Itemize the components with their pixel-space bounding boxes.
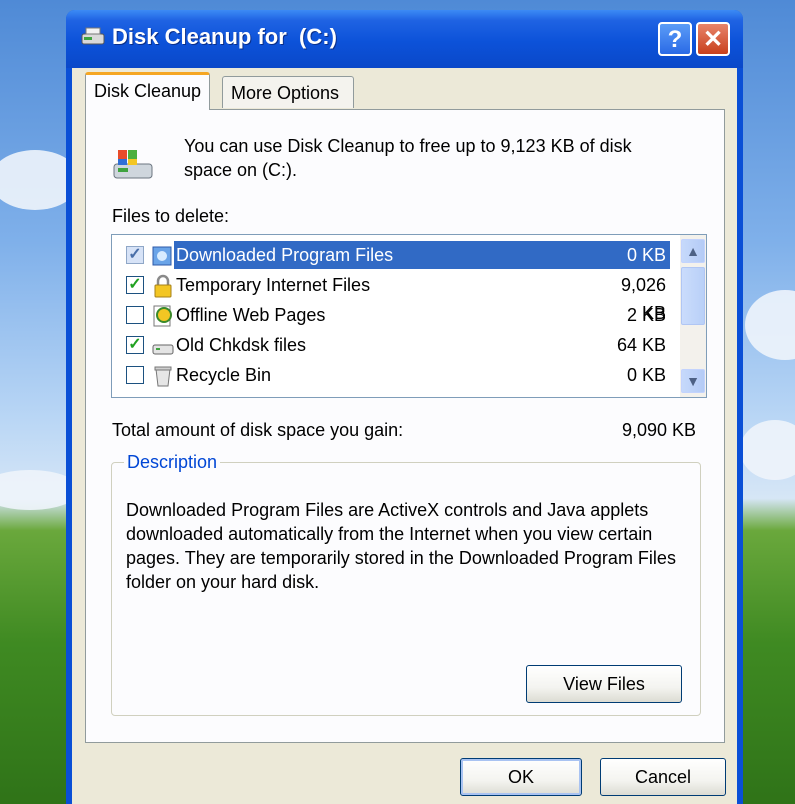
files-to-delete-label: Files to delete: — [112, 206, 230, 226]
intro-text: You can use Disk Cleanup to free up to 9… — [184, 136, 632, 180]
offline-web-pages-icon — [153, 305, 172, 327]
file-size: 64 KB — [616, 335, 666, 355]
file-name: Downloaded Program Files — [174, 241, 622, 269]
list-item[interactable]: Offline Web Pages 2 KB — [116, 301, 666, 331]
file-name: Recycle Bin — [176, 365, 272, 385]
title-bar[interactable]: Disk Cleanup for (C:) ? ✕ — [66, 10, 743, 68]
list-item[interactable]: Recycle Bin 0 KB — [116, 361, 666, 391]
total-space-label: Total amount of disk space you gain: — [112, 420, 404, 440]
lock-icon — [154, 274, 172, 298]
background-cloud — [745, 290, 795, 360]
tab-more-options[interactable]: More Options — [222, 76, 354, 108]
file-size: 2 KB — [626, 305, 666, 325]
list-item[interactable]: ✓ Old Chkdsk files 64 KB — [116, 331, 666, 361]
file-size: 0 KB — [616, 241, 670, 269]
list-item[interactable]: ✓ Temporary Internet Files 9,026 KB — [116, 271, 666, 323]
help-button[interactable]: ? — [658, 22, 692, 56]
checkbox[interactable]: ✓ — [126, 276, 144, 294]
files-to-delete-list[interactable]: ✓ Downloaded Program Files 0 KB ✓ Tempor… — [111, 234, 707, 398]
description-title: Description — [124, 452, 221, 473]
description-text: Downloaded Program Files are ActiveX con… — [126, 500, 676, 592]
cancel-button[interactable]: Cancel — [600, 758, 726, 796]
drive-icon — [152, 344, 174, 355]
close-button[interactable]: ✕ — [696, 22, 730, 56]
file-name: Offline Web Pages — [176, 305, 326, 325]
list-item[interactable]: ✓ Downloaded Program Files 0 KB — [116, 241, 670, 271]
view-files-button[interactable]: View Files — [526, 665, 682, 703]
file-name: Temporary Internet Files — [176, 275, 371, 295]
total-space-value: 9,090 KB — [621, 420, 696, 440]
tab-panel: You can use Disk Cleanup to free up to 9… — [85, 109, 725, 743]
downloaded-program-files-icon — [152, 246, 172, 266]
background-cloud — [740, 420, 795, 480]
disk-cleanup-icon — [81, 27, 105, 45]
checkbox[interactable]: ✓ — [126, 336, 144, 354]
tab-disk-cleanup[interactable]: Disk Cleanup — [85, 72, 211, 110]
file-name: Old Chkdsk files — [176, 335, 307, 355]
checkbox[interactable] — [126, 366, 144, 384]
scroll-down-button[interactable]: ▼ — [681, 369, 705, 393]
disk-cleanup-drive-icon — [113, 150, 153, 179]
vertical-scrollbar[interactable]: ▲ ▼ — [680, 235, 706, 397]
disk-cleanup-dialog: Disk Cleanup for (C:) ? ✕ Disk Cleanup M… — [66, 10, 743, 804]
recycle-bin-icon — [154, 366, 172, 387]
scroll-up-button[interactable]: ▲ — [681, 239, 705, 263]
checkbox[interactable] — [126, 306, 144, 324]
scroll-thumb[interactable] — [681, 267, 705, 325]
window-title: Disk Cleanup for (C:) — [112, 24, 337, 49]
dialog-client-area: Disk Cleanup More Options You can use Di… — [72, 68, 737, 804]
file-size: 0 KB — [626, 365, 666, 385]
file-size: 9,026 KB — [620, 275, 666, 323]
ok-button[interactable]: OK — [460, 758, 582, 796]
checkbox[interactable]: ✓ — [126, 246, 144, 264]
